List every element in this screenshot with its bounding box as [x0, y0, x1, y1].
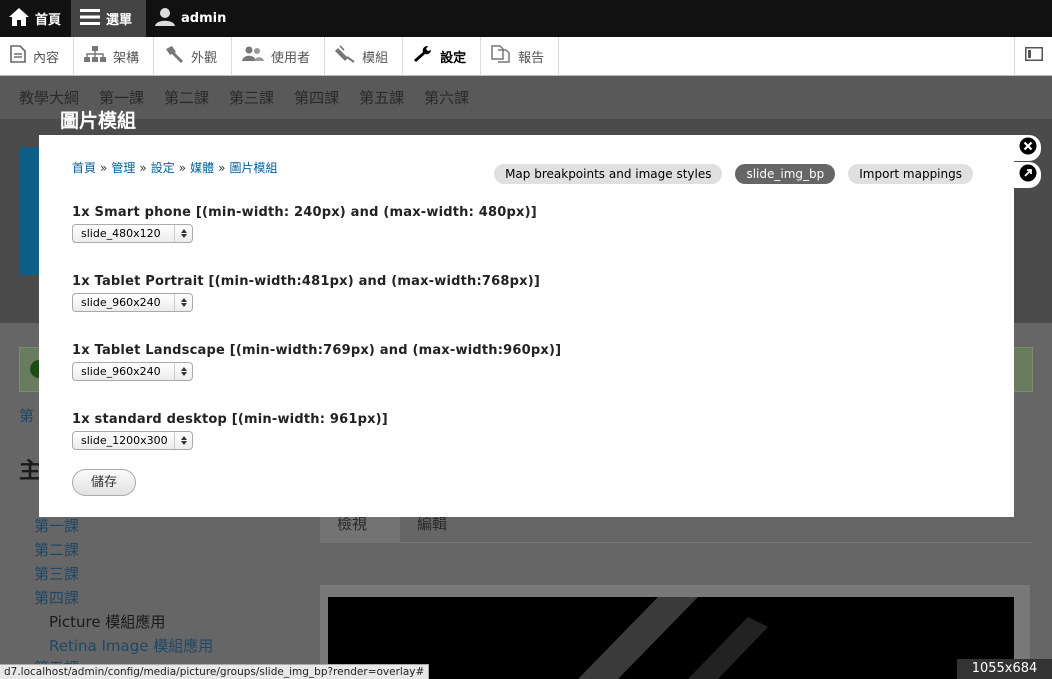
overlay-dialog: 首頁» 管理» 設定» 媒體» 圖片模組 Map breakpoints and ima…	[39, 135, 1014, 517]
menu-icon	[79, 7, 106, 31]
tray-item-configuration[interactable]: 設定	[403, 37, 482, 75]
select-arrows-icon	[174, 363, 192, 380]
background-nav-item: 第一課	[99, 89, 145, 107]
appearance-icon	[164, 45, 191, 67]
field-label: 1x Smart phone [(min-width: 240px) and (…	[72, 205, 537, 220]
reports-icon	[491, 45, 518, 67]
toolbar-user-tab[interactable]: admin	[146, 0, 236, 37]
content-icon	[10, 45, 33, 67]
breadcrumb: 首頁» 管理» 設定» 媒體» 圖片模組	[72, 159, 277, 176]
breadcrumb-separator: »	[139, 161, 147, 175]
tab-import-mappings[interactable]: Import mappings	[848, 164, 973, 184]
field-label: 1x standard desktop [(min-width: 961px)]	[72, 412, 388, 427]
field-label: 1x Tablet Portrait [(min-width:481px) an…	[72, 274, 541, 289]
people-icon	[242, 46, 271, 66]
breadcrumb-link-admin[interactable]: 管理	[111, 161, 135, 175]
toolbar-menu-tab[interactable]: 選單	[71, 0, 147, 37]
background-nav-item: 第四課	[294, 89, 340, 107]
background-nav-item: 第六課	[424, 89, 470, 107]
tray-item-modules[interactable]: 模組	[325, 37, 404, 75]
toolbar-home-label: 首頁	[35, 13, 62, 28]
field-standard-desktop: 1x standard desktop [(min-width: 961px)]…	[72, 412, 388, 450]
tray-item-structure[interactable]: 架構	[74, 37, 155, 75]
background-slide-image	[328, 597, 1014, 679]
tray-item-reports[interactable]: 報告	[481, 37, 560, 75]
field-tablet-landscape: 1x Tablet Landscape [(min-width:769px) a…	[72, 343, 561, 381]
image-style-select[interactable]: slide_960x240	[72, 293, 193, 312]
background-side-item: 第一課	[34, 517, 80, 535]
modules-icon	[335, 45, 362, 67]
tray-spacer	[559, 37, 1014, 75]
tray-item-label: 外觀	[191, 50, 218, 66]
select-value: slide_960x240	[81, 365, 161, 378]
background-heading: 主	[19, 459, 42, 484]
save-button[interactable]: 儲存	[72, 469, 136, 496]
home-icon	[8, 7, 35, 31]
tray-item-label: 架構	[113, 50, 140, 66]
tray-item-label: 內容	[33, 50, 60, 66]
field-smart-phone: 1x Smart phone [(min-width: 240px) and (…	[72, 205, 537, 243]
background-side-item: 第四課	[34, 589, 80, 607]
background-nav-item: 第五課	[359, 89, 405, 107]
image-style-select[interactable]: slide_1200x300	[72, 431, 193, 450]
admin-toolbar: 首頁 選單 admin	[0, 0, 1052, 37]
background-side-item: 第二課	[34, 541, 80, 559]
breadcrumb-link-config[interactable]: 設定	[151, 161, 175, 175]
browser-status-url: d7.localhost/admin/config/media/picture/…	[0, 664, 430, 679]
tray-item-label: 模組	[362, 50, 389, 66]
background-side-item: 第三課	[34, 565, 80, 583]
tray-item-label: 設定	[440, 50, 467, 66]
structure-icon	[84, 46, 113, 66]
user-icon	[154, 7, 181, 31]
breadcrumb-link-picture[interactable]: 圖片模組	[229, 161, 277, 175]
tab-map-breakpoints[interactable]: Map breakpoints and image styles	[494, 164, 723, 184]
overlay-new-window-button[interactable]	[1014, 162, 1041, 188]
toolbar-menu-label: 選單	[106, 13, 133, 28]
breadcrumb-separator: »	[100, 161, 108, 175]
tray-orientation-toggle[interactable]	[1014, 37, 1052, 75]
overlay-close-button[interactable]	[1014, 135, 1041, 161]
sidebar-toggle-icon	[1024, 47, 1043, 65]
field-tablet-portrait: 1x Tablet Portrait [(min-width:481px) an…	[72, 274, 540, 312]
external-link-icon	[1019, 164, 1037, 186]
field-label: 1x Tablet Landscape [(min-width:769px) a…	[72, 343, 562, 358]
background-nav-bar: 教學大綱 第一課 第二課 第三課 第四課 第五課 第六課	[0, 77, 1052, 119]
tray-item-label: 報告	[518, 50, 545, 66]
secondary-tabs: Map breakpoints and image styles slide_i…	[494, 164, 973, 184]
background-nav-item: 第二課	[164, 89, 210, 107]
overlay-page-title: 圖片模組	[60, 110, 137, 132]
breadcrumb-separator: »	[178, 161, 187, 175]
tab-slide-img-bp[interactable]: slide_img_bp	[735, 164, 836, 184]
tray-item-appearance[interactable]: 外觀	[154, 37, 233, 75]
breadcrumb-separator: »	[218, 161, 226, 175]
close-icon	[1019, 137, 1037, 159]
background-sub-item: Retina Image 模組應用	[49, 637, 214, 655]
tray-item-people[interactable]: 使用者	[232, 37, 326, 75]
select-arrows-icon	[174, 225, 192, 242]
breadcrumb-link-home[interactable]: 首頁	[72, 161, 96, 175]
breadcrumb-link-media[interactable]: 媒體	[190, 161, 214, 175]
configuration-icon	[413, 45, 440, 67]
select-value: slide_1200x300	[81, 434, 168, 447]
select-value: slide_960x240	[81, 296, 161, 309]
image-style-select[interactable]: slide_960x240	[72, 362, 193, 381]
background-nav-item: 教學大綱	[19, 89, 80, 107]
select-arrows-icon	[174, 432, 192, 449]
image-style-select[interactable]: slide_480x120	[72, 224, 193, 243]
toolbar-home-link[interactable]: 首頁	[0, 0, 71, 37]
select-value: slide_480x120	[81, 227, 161, 240]
background-nav-item: 第三課	[229, 89, 275, 107]
select-arrows-icon	[174, 294, 192, 311]
background-partial-text: 第	[19, 407, 35, 425]
tray-item-content[interactable]: 內容	[0, 37, 75, 75]
window-size-indicator: 1055x684	[957, 659, 1052, 679]
admin-tray: 內容 架構 外觀 使用者 模組 設定 報告	[0, 37, 1052, 76]
background-sub-item: Picture 模組應用	[49, 613, 166, 631]
tray-item-label: 使用者	[271, 50, 311, 66]
toolbar-user-label: admin	[181, 11, 227, 26]
